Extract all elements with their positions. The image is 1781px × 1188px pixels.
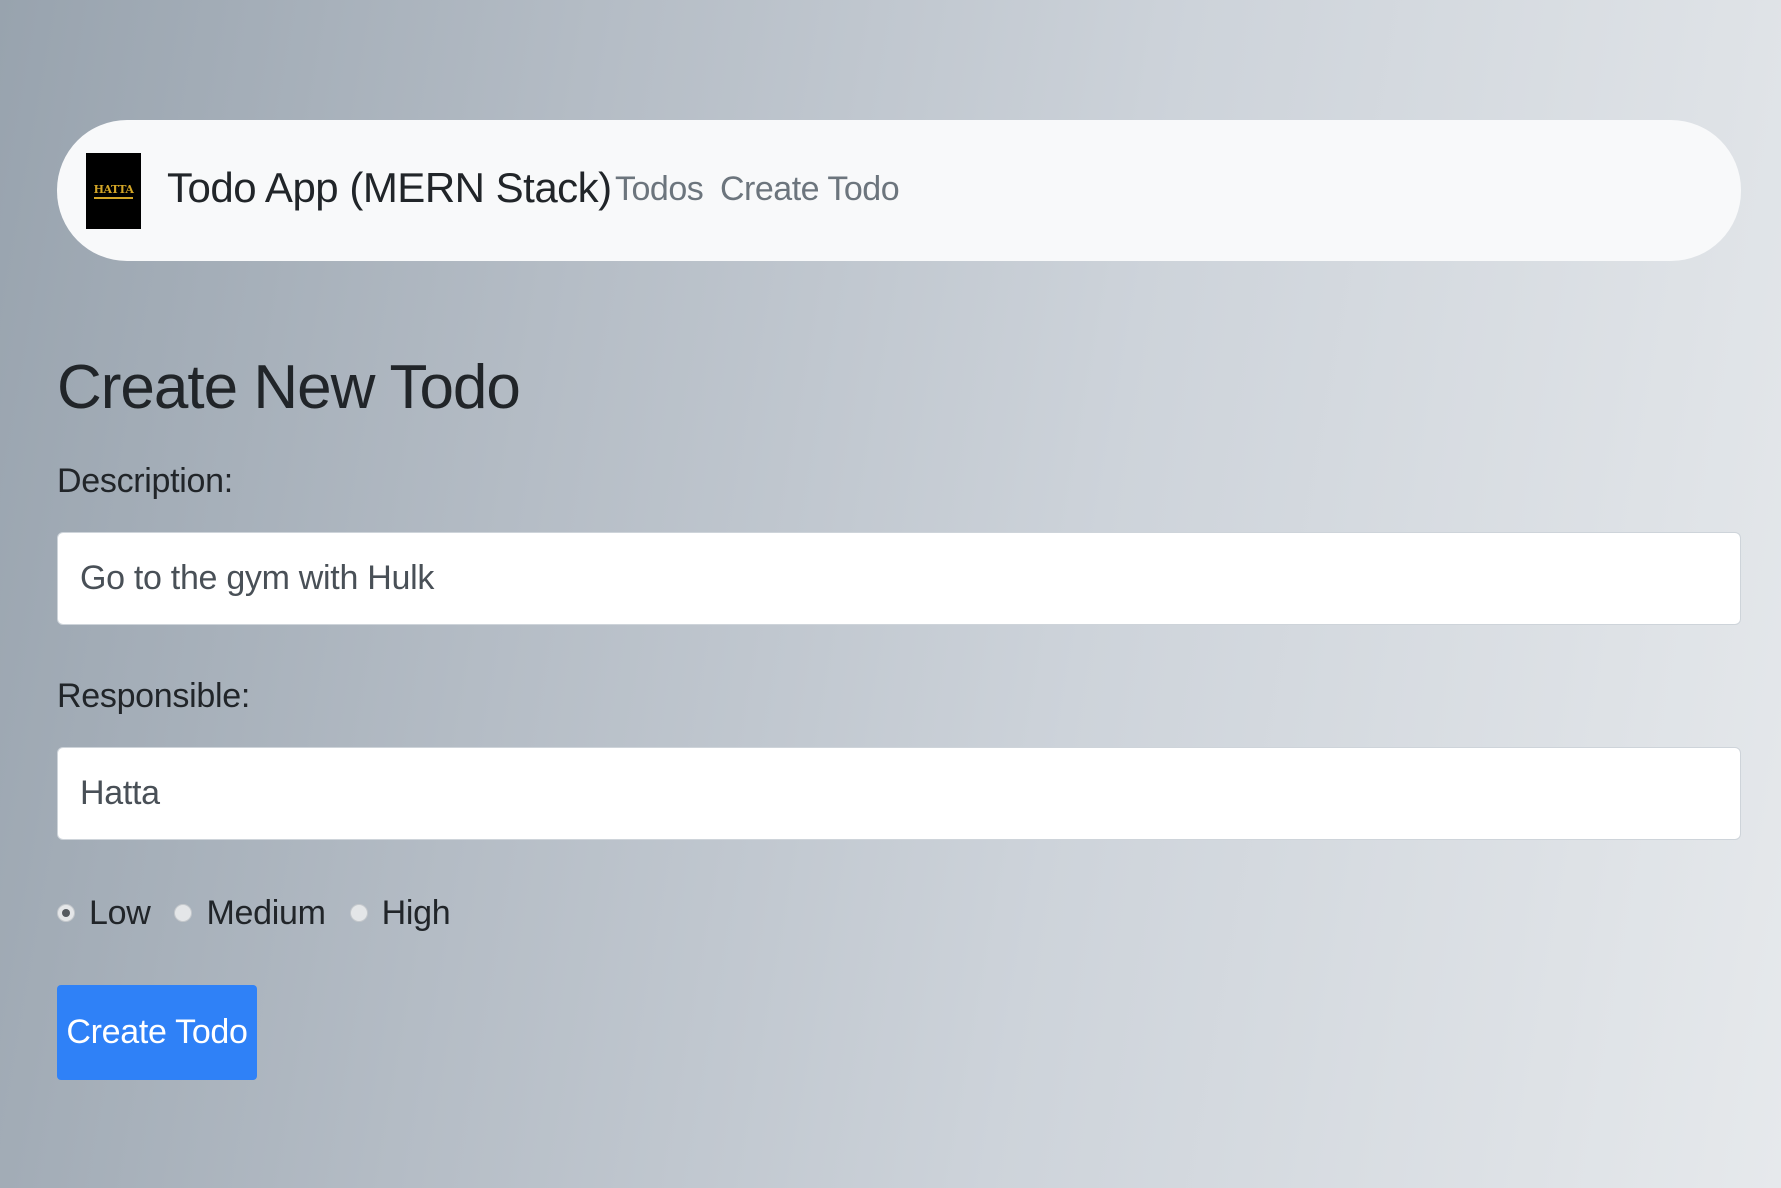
priority-high-radio[interactable]: [349, 904, 368, 922]
responsible-label: Responsible:: [57, 677, 250, 715]
nav-link-create-todo[interactable]: Create Todo: [720, 170, 900, 209]
priority-low-radio[interactable]: [57, 904, 75, 922]
priority-high-label[interactable]: High: [382, 894, 451, 933]
priority-radio-group: Low Medium High: [57, 893, 474, 933]
priority-low-label[interactable]: Low: [89, 894, 151, 933]
description-label: Description:: [57, 462, 233, 500]
brand-title[interactable]: Todo App (MERN Stack): [167, 164, 612, 212]
navbar: HATTA Todo App (MERN Stack) Todos Create…: [57, 120, 1741, 261]
page-title: Create New Todo: [57, 353, 521, 422]
priority-option-low[interactable]: Low: [57, 894, 151, 933]
responsible-input[interactable]: [57, 747, 1741, 840]
brand-logo-text: HATTA: [93, 183, 134, 199]
priority-medium-label[interactable]: Medium: [206, 894, 325, 933]
nav-link-todos[interactable]: Todos: [615, 170, 704, 209]
priority-option-high[interactable]: High: [349, 894, 451, 933]
description-input[interactable]: [57, 532, 1741, 625]
create-todo-button[interactable]: Create Todo: [57, 985, 257, 1080]
priority-option-medium[interactable]: Medium: [174, 894, 326, 933]
priority-medium-radio[interactable]: [174, 904, 193, 922]
brand-logo[interactable]: HATTA: [86, 153, 141, 229]
